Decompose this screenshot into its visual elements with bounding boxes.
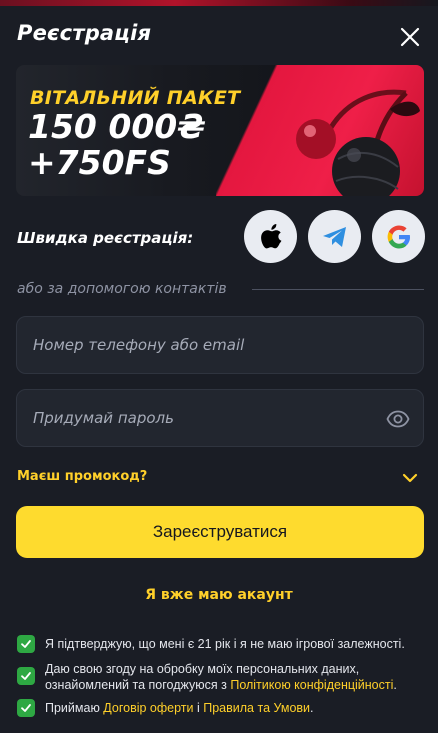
terms-conditions-link[interactable]: Правила та Умови [203,701,310,715]
privacy-consent-checkbox[interactable] [17,667,35,685]
quick-registration-label: Швидка реєстрація: [17,229,194,247]
login-input[interactable] [33,317,373,373]
register-button[interactable]: Зареєструватися [16,506,424,558]
banner-subtitle: ВІТАЛЬНИЙ ПАКЕТ [30,87,241,109]
telegram-login-button[interactable] [308,210,361,263]
banner-freespins: +750FS [28,143,171,182]
apple-icon [260,223,281,248]
promo-code-toggle[interactable]: Маєш промокод? [17,469,147,484]
privacy-policy-link[interactable]: Політикою конфіденційності [230,678,393,692]
telegram-icon [322,226,346,247]
welcome-banner[interactable]: ВІТАЛЬНИЙ ПАКЕТ 150 000₴ +750FS [16,65,424,196]
have-account-link[interactable]: Я вже маю акаунт [0,587,438,603]
checkmark-icon [21,672,31,680]
age-consent-checkbox[interactable] [17,635,35,653]
checkmark-icon [21,640,31,648]
login-field[interactable] [16,316,424,374]
terms-consent-text: Приймаю Договір оферти і Правила та Умов… [45,700,430,716]
terms-consent-suffix: . [310,701,314,715]
chevron-down-icon[interactable] [401,469,419,487]
divider-line [252,289,424,290]
offer-agreement-link[interactable]: Договір оферти [103,701,193,715]
apple-login-button[interactable] [244,210,297,263]
terms-consent-middle: і [193,701,204,715]
checkmark-icon [21,704,31,712]
contacts-divider-label: або за допомогою контактів [17,281,227,297]
cherry-ball-icon [296,89,420,196]
password-field[interactable] [16,389,424,447]
google-icon [387,225,410,248]
privacy-consent-text: Даю свою згоду на обробку моїх персональ… [45,661,430,693]
modal-title: Реєстрація [17,21,152,45]
banner-amount: 150 000₴ [28,107,206,146]
close-icon[interactable] [397,24,423,50]
age-consent-text: Я підтверджую, що мені є 21 рік і я не м… [45,637,405,651]
privacy-consent-suffix: . [393,678,397,692]
terms-consent-prefix: Приймаю [45,701,104,715]
password-input[interactable] [33,390,373,446]
eye-icon[interactable] [386,407,410,431]
terms-consent-checkbox[interactable] [17,699,35,717]
google-login-button[interactable] [372,210,425,263]
